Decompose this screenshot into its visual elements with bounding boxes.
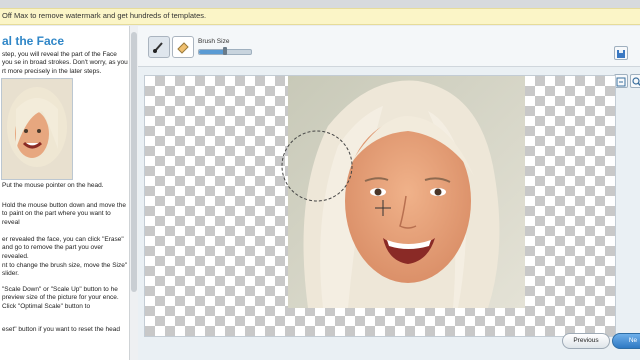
scale-down-button[interactable] xyxy=(614,74,628,88)
scale-up-button[interactable] xyxy=(630,74,640,88)
brush-tool-button[interactable] xyxy=(148,36,170,58)
step-1-text: Put the mouse pointer on the head. xyxy=(2,182,104,189)
brush-cursor-circle xyxy=(281,130,353,202)
editor-toolbar: Brush Size xyxy=(138,26,640,67)
panel-title: al the Face xyxy=(2,34,65,48)
brush-size-slider-knob[interactable] xyxy=(223,47,227,55)
image-canvas[interactable] xyxy=(144,75,616,337)
scrollbar-thumb[interactable] xyxy=(131,32,137,292)
editor-area: Brush Size Previous Ne xyxy=(138,26,640,360)
step-3-text: er revealed the face, you can click "Era… xyxy=(2,236,124,260)
step-4-text: nt to change the brush size, move the Si… xyxy=(2,262,128,278)
watermark-banner: Off Max to remove watermark and get hund… xyxy=(0,8,640,25)
wizard-footer: Previous Ne xyxy=(138,326,640,360)
next-button[interactable]: Ne xyxy=(612,333,640,349)
preview-thumbnail xyxy=(1,78,73,180)
brush-size-label: Brush Size xyxy=(198,38,230,45)
banner-text: Off Max to remove watermark and get hund… xyxy=(2,11,207,20)
brush-size-slider[interactable] xyxy=(198,47,252,55)
instructions-panel: al the Face step, you will reveal the pa… xyxy=(0,26,139,360)
save-button[interactable] xyxy=(614,46,628,60)
zoom-icon xyxy=(632,77,640,87)
brush-icon xyxy=(153,42,163,53)
thumbnail-face-image xyxy=(2,79,72,179)
step-5-text: "Scale Down" or "Scale Up" button to he … xyxy=(2,286,119,310)
step-2-text: Hold the mouse button down and move the … xyxy=(2,202,126,226)
save-icon xyxy=(617,50,625,58)
panel-scrollbar[interactable] xyxy=(129,26,138,360)
eraser-tool-button[interactable] xyxy=(172,36,194,58)
brush-size-slider-fill xyxy=(199,50,225,54)
step-6-text: eset" button if you want to reset the he… xyxy=(2,326,120,333)
previous-button[interactable]: Previous xyxy=(562,333,610,349)
eraser-icon xyxy=(177,42,189,54)
window-top-strip xyxy=(0,0,640,8)
intro-text: step, you will reveal the part of the Fa… xyxy=(2,51,128,75)
scale-down-icon xyxy=(616,77,626,87)
